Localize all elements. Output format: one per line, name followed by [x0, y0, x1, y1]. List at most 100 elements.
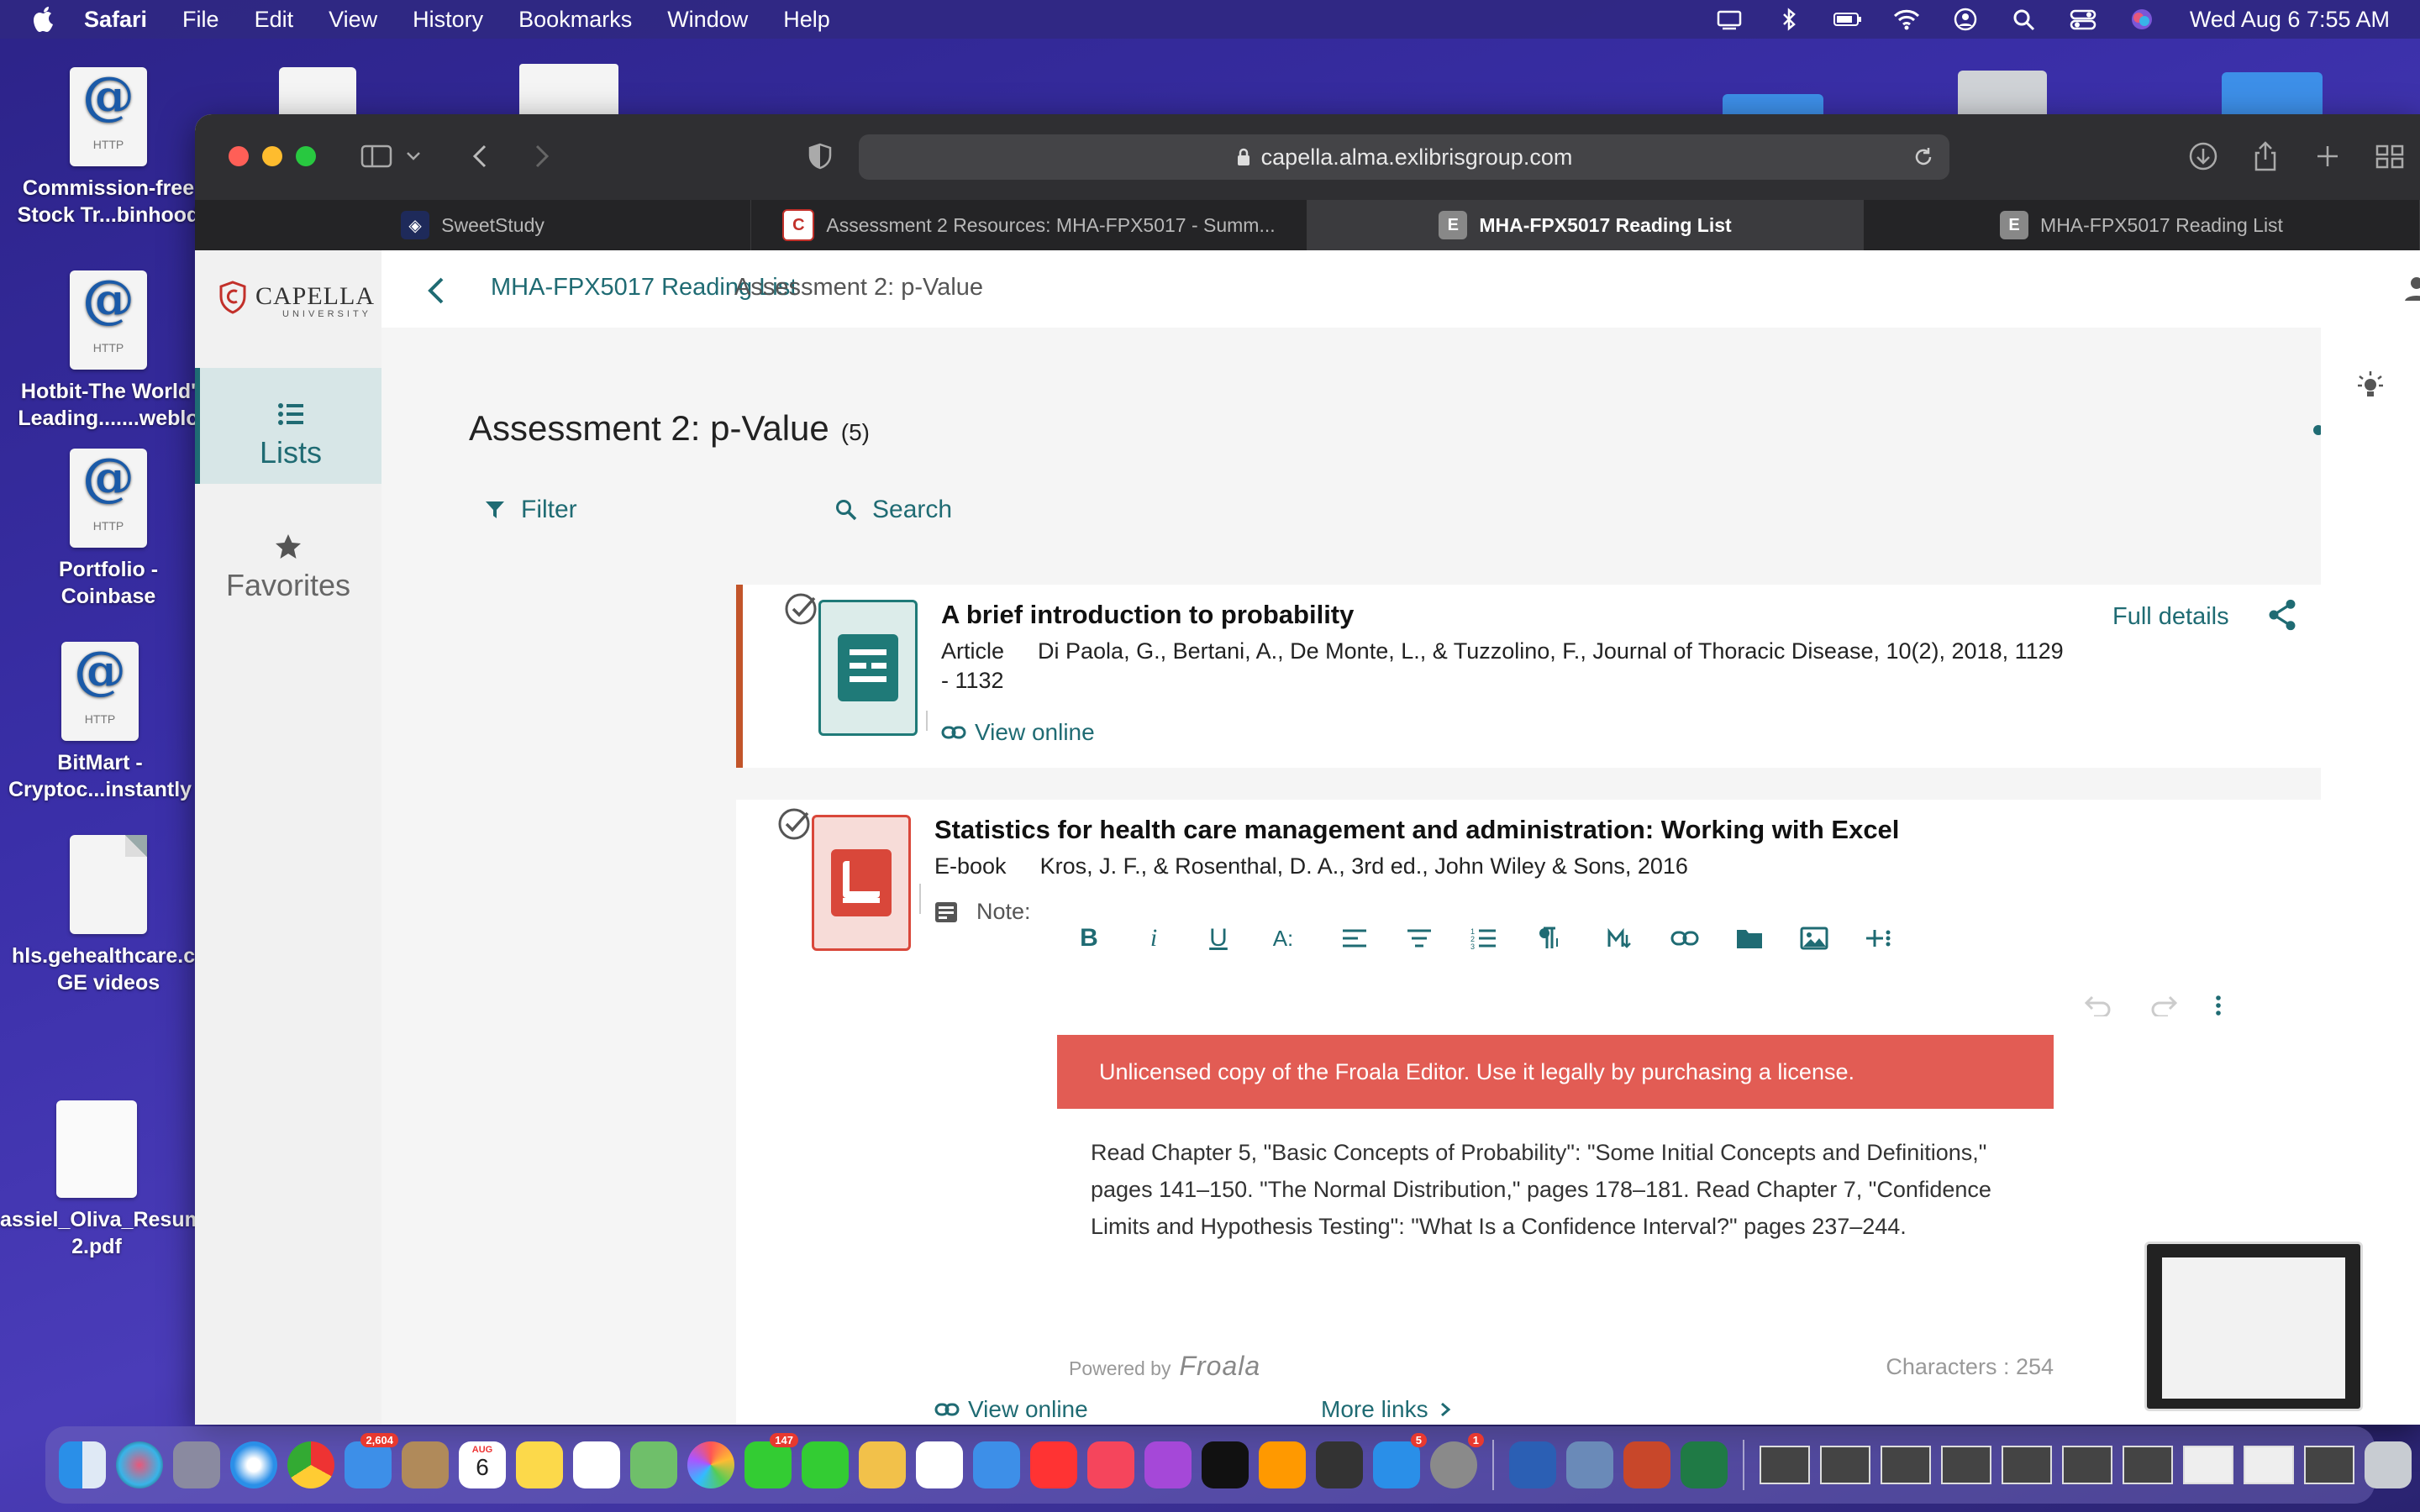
- control-center-icon[interactable]: [2069, 7, 2097, 32]
- desktop-icon-bitmart[interactable]: @ HTTP BitMart - Cryptoc...instantly: [3, 642, 197, 803]
- share-icon[interactable]: [2265, 598, 2299, 632]
- sidebar-toggle-icon[interactable]: [360, 139, 393, 173]
- app-store-icon[interactable]: 5: [1373, 1433, 1427, 1488]
- minimized-window-thumb[interactable]: [2002, 1446, 2052, 1484]
- minimized-window-thumb[interactable]: [1760, 1446, 1810, 1484]
- desktop-file-partial[interactable]: [519, 64, 618, 118]
- news-icon[interactable]: [1030, 1441, 1077, 1488]
- menu-bookmarks[interactable]: Bookmarks: [518, 7, 632, 33]
- reminders-icon[interactable]: [573, 1441, 620, 1488]
- insert-image-button[interactable]: [1796, 920, 1833, 957]
- redo-icon[interactable]: [2149, 995, 2180, 1016]
- menu-help[interactable]: Help: [783, 7, 830, 33]
- minimized-window-thumb[interactable]: [2183, 1446, 2233, 1484]
- launchpad-icon[interactable]: [173, 1441, 220, 1488]
- folder-icon[interactable]: [2222, 72, 2323, 118]
- minimized-window-thumb[interactable]: [2062, 1446, 2112, 1484]
- disk-icon[interactable]: [1958, 71, 2047, 118]
- article-thumbnail[interactable]: [818, 600, 918, 736]
- nav-favorites[interactable]: Favorites: [195, 517, 381, 633]
- profile-icon[interactable]: [2400, 272, 2420, 306]
- capella-logo[interactable]: CAPELLA UNIVERSITY: [218, 281, 374, 319]
- calendar-icon[interactable]: AUG 6: [459, 1441, 506, 1488]
- finder-icon[interactable]: [59, 1441, 106, 1488]
- forward-icon[interactable]: [524, 139, 558, 173]
- menu-app-name[interactable]: Safari: [84, 7, 147, 33]
- word-icon[interactable]: [1509, 1441, 1556, 1488]
- notes-icon[interactable]: [516, 1441, 563, 1488]
- system-settings-icon[interactable]: 1: [1430, 1433, 1484, 1488]
- tab-reading-list[interactable]: E MHA-FPX5017 Reading List: [1864, 200, 2420, 250]
- editor-more-icon[interactable]: [2213, 995, 2223, 1016]
- search-button[interactable]: Search: [835, 496, 952, 524]
- minimized-window-thumb[interactable]: [1941, 1446, 1991, 1484]
- battery-icon[interactable]: [1833, 7, 1862, 32]
- display-mirroring-icon[interactable]: [1716, 7, 1744, 32]
- align-left-button[interactable]: [1336, 920, 1373, 957]
- menu-window[interactable]: Window: [667, 7, 748, 33]
- menu-file[interactable]: File: [182, 7, 219, 33]
- italic-button[interactable]: i: [1135, 920, 1172, 957]
- apple-icon[interactable]: [32, 5, 55, 34]
- facetime-icon[interactable]: [802, 1441, 849, 1488]
- note-text-area[interactable]: Read Chapter 5, "Basic Concepts of Proba…: [1091, 1134, 2023, 1245]
- filter-button[interactable]: Filter: [484, 496, 577, 524]
- keynote-icon[interactable]: [973, 1441, 1020, 1488]
- contacts-icon[interactable]: [402, 1441, 449, 1488]
- nav-lists[interactable]: Lists: [195, 368, 381, 484]
- excel-icon[interactable]: [1681, 1441, 1728, 1488]
- tab-assessment-resources[interactable]: C Assessment 2 Resources: MHA-FPX5017 - …: [751, 200, 1307, 250]
- numbers-icon[interactable]: [916, 1441, 963, 1488]
- ebook-thumbnail[interactable]: [812, 815, 911, 951]
- license-warning-banner[interactable]: Unlicensed copy of the Froala Editor. Us…: [1057, 1035, 2054, 1109]
- trash-icon[interactable]: [2365, 1441, 2412, 1488]
- desktop-icon-gehealthcare[interactable]: hls.gehealthcare.com/ GE videos: [12, 835, 233, 996]
- align-center-button[interactable]: [1401, 920, 1438, 957]
- privacy-shield-icon[interactable]: [803, 139, 837, 173]
- powerpoint-icon[interactable]: [1623, 1441, 1670, 1488]
- safari-icon[interactable]: [230, 1441, 277, 1488]
- mark-read-check-icon[interactable]: [783, 591, 818, 627]
- music-icon[interactable]: [1087, 1441, 1134, 1488]
- share-section-icon[interactable]: [2311, 412, 2321, 449]
- menu-clock[interactable]: Wed Aug 6 7:55 AM: [2190, 7, 2390, 33]
- desktop-icon-robinhood[interactable]: @ HTTP Commission-free Stock Tr...binhood: [12, 67, 205, 228]
- view-online-link[interactable]: View online: [934, 1396, 1088, 1423]
- minimized-window-thumb[interactable]: [1820, 1446, 1870, 1484]
- menu-history[interactable]: History: [413, 7, 483, 33]
- insert-link-button[interactable]: [1666, 920, 1703, 957]
- full-details-link[interactable]: Full details: [2112, 603, 2229, 631]
- messages-icon[interactable]: 147: [744, 1433, 798, 1488]
- paragraph-format-button[interactable]: [1530, 920, 1567, 957]
- user-icon[interactable]: [1951, 7, 1980, 32]
- keychain-icon[interactable]: [1316, 1441, 1363, 1488]
- podcasts-icon[interactable]: [1144, 1441, 1192, 1488]
- spotlight-search-icon[interactable]: [2010, 7, 2039, 32]
- downloads-icon[interactable]: [2186, 139, 2220, 173]
- undo-icon[interactable]: [2082, 995, 2112, 1016]
- citation-title[interactable]: Statistics for health care management an…: [934, 815, 1899, 845]
- reload-icon[interactable]: [1912, 146, 1934, 168]
- chrome-icon[interactable]: [287, 1441, 334, 1488]
- menu-view[interactable]: View: [329, 7, 377, 33]
- freeform-icon[interactable]: [859, 1441, 906, 1488]
- maps-icon[interactable]: [630, 1441, 677, 1488]
- desktop-icon-coinbase[interactable]: @ HTTP Portfolio - Coinbase: [12, 449, 205, 610]
- bluetooth-icon[interactable]: [1775, 7, 1803, 32]
- minimize-window-button[interactable]: [262, 146, 282, 166]
- desktop-file-partial[interactable]: [279, 67, 356, 118]
- siri-icon[interactable]: [2128, 7, 2156, 32]
- more-tools-button[interactable]: [1860, 920, 1897, 957]
- tab-reading-list-active[interactable]: E MHA-FPX5017 Reading List: [1307, 200, 1864, 250]
- underline-button[interactable]: U: [1200, 920, 1237, 957]
- more-links-button[interactable]: More links: [1321, 1396, 1462, 1423]
- insert-file-button[interactable]: [1731, 920, 1768, 957]
- desktop-icon-hotbit[interactable]: @ HTTP Hotbit-The World' Leading.......we…: [12, 270, 205, 432]
- close-window-button[interactable]: [229, 146, 249, 166]
- minimized-window-thumb[interactable]: [2244, 1446, 2294, 1484]
- address-bar[interactable]: capella.alma.exlibrisgroup.com: [859, 134, 1949, 180]
- new-tab-icon[interactable]: [2311, 139, 2344, 173]
- mark-read-check-icon[interactable]: [776, 806, 812, 842]
- screenshot-preview-thumbnail[interactable]: [2144, 1242, 2363, 1411]
- photos-icon[interactable]: [687, 1441, 734, 1488]
